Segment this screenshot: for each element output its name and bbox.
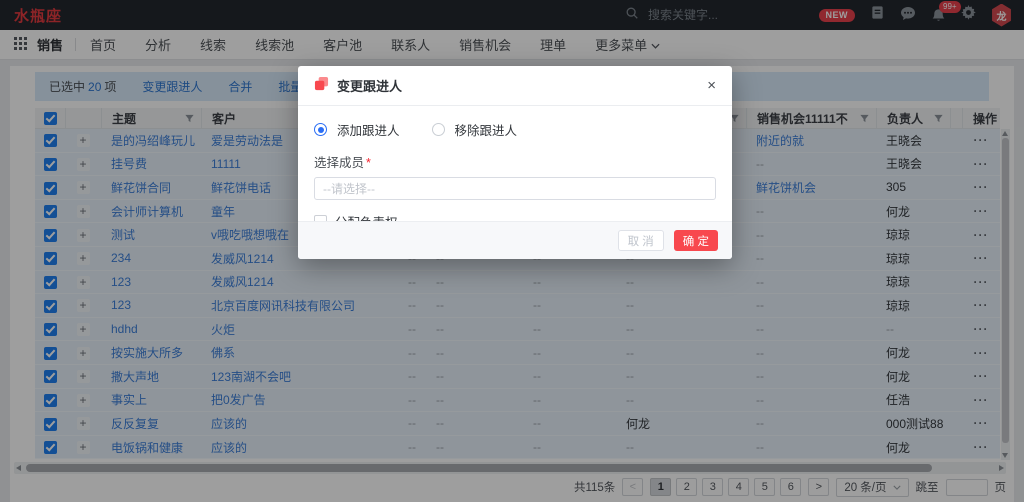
member-select[interactable]: --请选择-- <box>314 177 716 200</box>
add-follower-radio[interactable] <box>314 123 327 136</box>
remove-follower-label: 移除跟进人 <box>455 120 518 139</box>
member-field-label: 选择成员* <box>314 152 716 171</box>
member-label-text: 选择成员 <box>314 156 364 170</box>
change-follower-icon <box>314 76 329 96</box>
member-select-placeholder: --请选择-- <box>323 180 375 197</box>
confirm-button[interactable]: 确 定 <box>674 230 718 251</box>
follower-mode-radios: 添加跟进人 移除跟进人 <box>314 120 716 139</box>
close-icon[interactable]: × <box>707 78 716 93</box>
change-follower-modal: 变更跟进人 × 添加跟进人 移除跟进人 选择成员* --请选择-- 分配负责权 <box>298 66 732 259</box>
modal-header: 变更跟进人 × <box>298 66 732 106</box>
app-window: 水瓶座 NEW 99+ 龙 销售 首页分析线索线索池客户池联系人销售机会理单 更… <box>0 0 1024 502</box>
modal-footer: 取 消 确 定 <box>298 221 732 259</box>
add-follower-label: 添加跟进人 <box>337 120 400 139</box>
remove-follower-radio[interactable] <box>432 123 445 136</box>
modal-title: 变更跟进人 <box>337 76 402 95</box>
cancel-button[interactable]: 取 消 <box>618 230 664 251</box>
modal-body: 添加跟进人 移除跟进人 选择成员* --请选择-- 分配负责权 <box>298 106 732 231</box>
required-mark: * <box>366 156 371 170</box>
